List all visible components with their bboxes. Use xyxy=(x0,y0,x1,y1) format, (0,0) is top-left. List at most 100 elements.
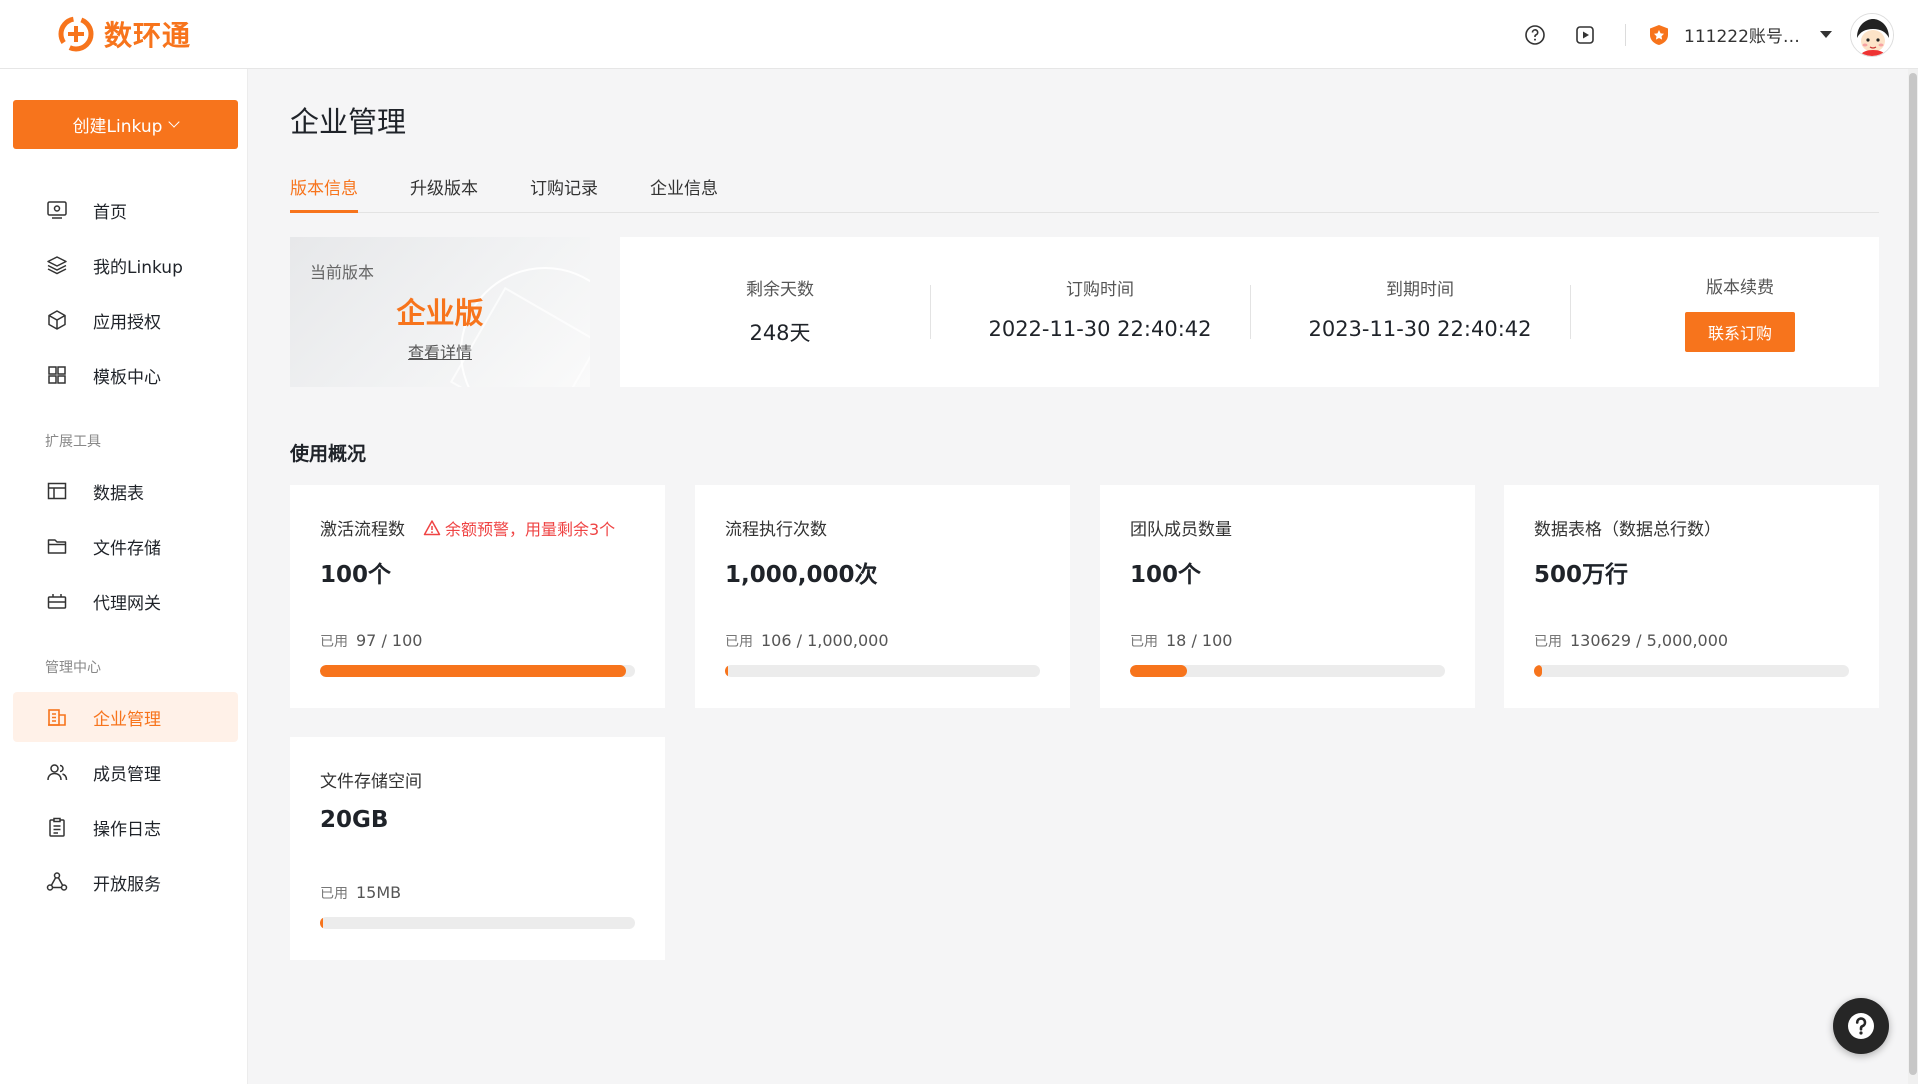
logo-mark-icon xyxy=(58,16,94,52)
usage-overview-title: 使用概况 xyxy=(290,443,367,465)
monitor-icon xyxy=(45,198,69,222)
stat-value: 248天 xyxy=(749,321,811,345)
chevron-down-icon xyxy=(168,116,181,128)
sidebar-item-label: 代理网关 xyxy=(93,593,161,614)
section-admin-center: 管理中心 xyxy=(45,660,101,676)
chevron-down-icon[interactable] xyxy=(1820,31,1832,38)
used-prefix: 已用 xyxy=(320,634,348,650)
app-name: 数环通 xyxy=(104,19,192,52)
usage-progress-fill xyxy=(320,665,626,677)
quota-warning-text: 余额预警，用量剩余3个 xyxy=(445,519,616,539)
usage-value: 100个 xyxy=(320,562,392,588)
sidebar-item-label: 操作日志 xyxy=(93,819,161,840)
vertical-scrollbar[interactable] xyxy=(1908,69,1918,1084)
sidebar-item-app-auth[interactable]: 应用授权 xyxy=(13,295,238,345)
help-circle-icon[interactable] xyxy=(1523,23,1547,47)
usage-progress-fill xyxy=(1130,665,1187,677)
sidebar-item-datatable[interactable]: 数据表 xyxy=(13,466,238,516)
sidebar-item-label: 数据表 xyxy=(93,483,144,504)
warning-triangle-icon xyxy=(423,519,441,535)
usage-progress-bar xyxy=(725,665,1040,677)
stat-expire-time: 到期时间 2023-11-30 22:40:42 xyxy=(1260,237,1580,387)
usage-progress-fill xyxy=(1534,665,1543,677)
current-version-card: 当前版本 企业版 查看详情 xyxy=(290,237,590,387)
layers-icon xyxy=(45,253,69,277)
stat-renew: 版本续费 联系订购 xyxy=(1580,237,1900,387)
sidebar-item-file-storage[interactable]: 文件存储 xyxy=(13,521,238,571)
help-float-button[interactable] xyxy=(1833,998,1889,1054)
grid-icon xyxy=(45,363,69,387)
stat-label: 版本续费 xyxy=(1706,278,1774,298)
sidebar-item-proxy-gateway[interactable]: 代理网关 xyxy=(13,576,238,626)
create-linkup-button[interactable]: 创建Linkup xyxy=(13,100,238,149)
usage-card-data-table-rows: 数据表格（数据总行数） 500万行 已用 130629 / 5,000,000 xyxy=(1504,485,1879,708)
account-badge-icon xyxy=(1650,24,1668,45)
usage-value: 500万行 xyxy=(1534,562,1629,588)
usage-value: 1,000,000次 xyxy=(725,562,878,588)
sidebar-item-templates[interactable]: 模板中心 xyxy=(13,350,238,400)
usage-progress-bar xyxy=(1534,665,1849,677)
stat-label: 到期时间 xyxy=(1386,280,1454,300)
sidebar-item-my-linkup[interactable]: 我的Linkup xyxy=(13,240,238,290)
tab-enterprise-info[interactable]: 企业信息 xyxy=(650,173,718,213)
stat-label: 剩余天数 xyxy=(746,280,814,300)
sidebar-item-open-service[interactable]: 开放服务 xyxy=(13,857,238,907)
sidebar-item-label: 文件存储 xyxy=(93,538,161,559)
stat-order-time: 订购时间 2022-11-30 22:40:42 xyxy=(940,237,1260,387)
app-logo[interactable]: 数环通 xyxy=(56,14,191,54)
usage-value: 100个 xyxy=(1130,562,1202,588)
usage-label: 激活流程数 xyxy=(320,520,405,540)
user-avatar[interactable] xyxy=(1850,12,1894,57)
sidebar-item-operation-log[interactable]: 操作日志 xyxy=(13,802,238,852)
section-extension-tools: 扩展工具 xyxy=(45,434,101,450)
usage-label: 团队成员数量 xyxy=(1130,520,1232,540)
table-icon xyxy=(45,479,69,503)
sidebar-item-label: 应用授权 xyxy=(93,312,161,333)
usage-progress-fill xyxy=(725,665,728,677)
sidebar-item-members[interactable]: 成员管理 xyxy=(13,747,238,797)
stat-value: 2023-11-30 22:40:42 xyxy=(1308,317,1532,341)
folder-icon xyxy=(45,534,69,558)
tab-order-records[interactable]: 订购记录 xyxy=(530,173,598,213)
used-amount: 18 / 100 xyxy=(1166,631,1233,650)
building-icon xyxy=(45,705,69,729)
play-video-icon[interactable] xyxy=(1573,23,1597,47)
sidebar-item-home[interactable]: 首页 xyxy=(13,185,238,235)
sidebar-item-label: 开放服务 xyxy=(93,874,161,895)
scrollbar-thumb[interactable] xyxy=(1909,73,1917,1075)
usage-card-active-flows: 激活流程数 余额预警，用量剩余3个 100个 已用 97 / 100 xyxy=(290,485,665,708)
header-divider xyxy=(1625,23,1626,46)
gateway-icon xyxy=(45,589,69,613)
clipboard-icon xyxy=(45,815,69,839)
create-linkup-label: 创建Linkup xyxy=(72,117,163,137)
used-prefix: 已用 xyxy=(320,886,348,902)
view-details-link[interactable]: 查看详情 xyxy=(290,339,590,363)
main-content: 企业管理 版本信息 升级版本 订购记录 企业信息 当前版本 企业版 查看详情 剩… xyxy=(249,69,1908,1084)
stat-remaining-days: 剩余天数 248天 xyxy=(620,237,940,387)
sidebar-item-label: 首页 xyxy=(93,202,127,223)
usage-progress-bar xyxy=(320,665,635,677)
sidebar-item-enterprise[interactable]: 企业管理 xyxy=(13,692,238,742)
top-header: 数环通 111222账号… xyxy=(0,0,1918,69)
version-name: 企业版 xyxy=(396,296,484,330)
stat-divider xyxy=(930,285,931,339)
account-name[interactable]: 111222账号… xyxy=(1684,22,1802,47)
current-version-label: 当前版本 xyxy=(310,263,375,282)
usage-label: 流程执行次数 xyxy=(725,520,827,540)
usage-label: 数据表格（数据总行数） xyxy=(1534,520,1721,540)
tab-version-info[interactable]: 版本信息 xyxy=(290,173,358,213)
used-amount: 97 / 100 xyxy=(356,631,423,650)
used-prefix: 已用 xyxy=(725,634,753,650)
contact-order-button[interactable]: 联系订购 xyxy=(1685,312,1795,352)
usage-card-team-members: 团队成员数量 100个 已用 18 / 100 xyxy=(1100,485,1475,708)
sidebar: 创建Linkup 首页 我的Linkup 应用授权 模板中心 扩展工具 数据表 xyxy=(0,69,248,1084)
used-amount: 130629 / 5,000,000 xyxy=(1570,631,1729,650)
used-amount: 106 / 1,000,000 xyxy=(761,631,889,650)
used-prefix: 已用 xyxy=(1534,634,1562,650)
usage-value: 20GB xyxy=(320,807,389,833)
sidebar-item-label: 模板中心 xyxy=(93,367,161,388)
sidebar-item-label: 我的Linkup xyxy=(93,257,183,278)
tab-upgrade-version[interactable]: 升级版本 xyxy=(410,173,478,213)
stat-value: 2022-11-30 22:40:42 xyxy=(988,317,1212,341)
cube-icon xyxy=(45,308,69,332)
